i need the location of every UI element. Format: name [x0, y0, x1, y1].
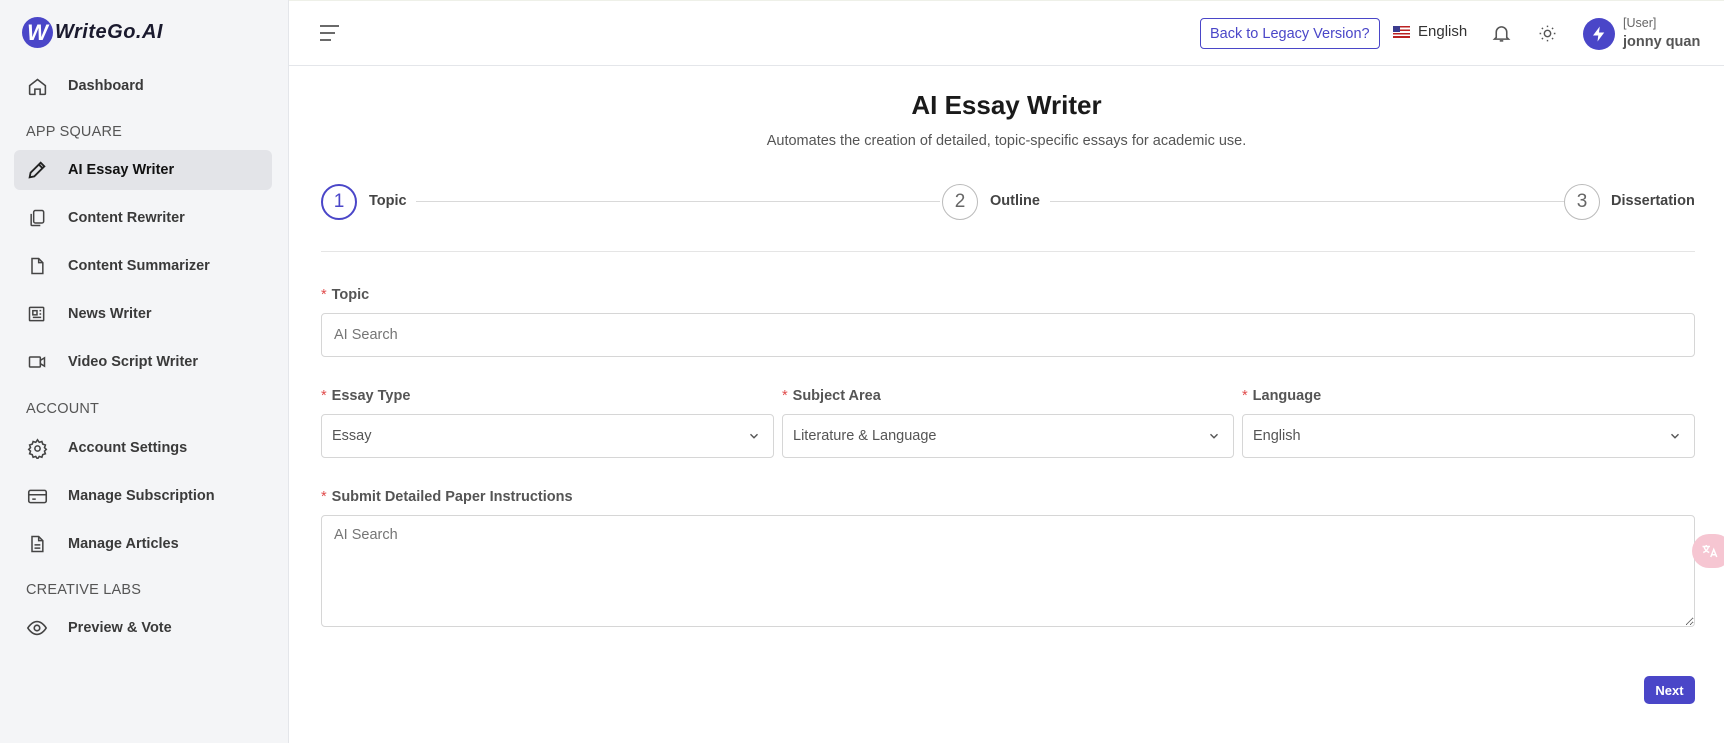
language-value: English [1253, 428, 1301, 444]
newspaper-icon [26, 303, 48, 325]
chevron-down-icon [747, 429, 761, 447]
page-title: AI Essay Writer [911, 90, 1102, 120]
pencil-icon [26, 159, 48, 181]
divider [321, 251, 1695, 252]
sidebar-item-content-rewriter[interactable]: Content Rewriter [14, 198, 272, 238]
sidebar-item-account-settings[interactable]: Account Settings [14, 428, 272, 468]
sidebar-item-manage-articles[interactable]: Manage Articles [14, 524, 272, 564]
sidebar: W WriteGo.AI Dashboard APP SQUARE AI Ess… [0, 0, 289, 743]
logo-mark: W [22, 17, 53, 48]
language-switcher[interactable]: English [1393, 23, 1467, 40]
language-field-label: * Language [1242, 388, 1322, 404]
sidebar-item-label: Manage Articles [68, 536, 179, 552]
user-name[interactable]: jonny quan [1623, 34, 1700, 50]
sidebar-item-label: AI Essay Writer [68, 162, 175, 178]
chevron-down-icon [1668, 429, 1682, 447]
step-connector [1050, 201, 1564, 202]
sidebar-item-label: Preview & Vote [68, 620, 172, 636]
sidebar-item-label: News Writer [68, 306, 152, 322]
theme-toggle-icon[interactable] [1538, 24, 1557, 48]
essay-type-label: * Essay Type [321, 388, 411, 404]
sidebar-item-label: Content Rewriter [68, 210, 185, 226]
chevron-down-icon [1207, 429, 1221, 447]
video-icon [26, 351, 48, 373]
sidebar-item-manage-subscription[interactable]: Manage Subscription [14, 476, 272, 516]
step-1-circle[interactable]: 1 [321, 184, 357, 220]
file-icon [26, 255, 48, 277]
sidebar-item-news-writer[interactable]: News Writer [14, 294, 272, 334]
language-label: English [1418, 23, 1468, 40]
language-select[interactable]: English [1242, 414, 1695, 458]
sidebar-item-preview-vote[interactable]: Preview & Vote [14, 608, 272, 648]
subject-area-label: * Subject Area [782, 388, 881, 404]
topic-input[interactable] [321, 313, 1695, 357]
document-icon [26, 533, 48, 555]
topic-label: * Topic [321, 287, 370, 303]
logo-text: WriteGo.AI [55, 21, 163, 43]
avatar[interactable] [1583, 18, 1615, 50]
step-3-label: Dissertation [1611, 193, 1695, 209]
sidebar-item-dashboard[interactable]: Dashboard [14, 66, 272, 106]
step-2-circle[interactable]: 2 [942, 184, 978, 220]
gear-icon [26, 437, 48, 459]
step-1-label: Topic [369, 193, 407, 209]
step-3-circle[interactable]: 3 [1564, 184, 1600, 220]
sidebar-item-content-summarizer[interactable]: Content Summarizer [14, 246, 272, 286]
eye-icon [26, 617, 48, 639]
sidebar-item-label: Manage Subscription [68, 488, 215, 504]
section-label-account: ACCOUNT [26, 401, 100, 417]
sidebar-item-ai-essay-writer[interactable]: AI Essay Writer [14, 150, 272, 190]
credit-card-icon [26, 485, 48, 507]
translate-icon[interactable] [1692, 534, 1724, 568]
bell-icon[interactable] [1491, 22, 1512, 49]
subject-area-value: Literature & Language [793, 428, 937, 444]
instructions-textarea[interactable] [321, 515, 1695, 627]
legacy-version-button[interactable]: Back to Legacy Version? [1200, 18, 1380, 49]
step-2-label: Outline [990, 193, 1040, 209]
sidebar-item-label: Content Summarizer [68, 258, 210, 274]
step-connector [416, 201, 940, 202]
instructions-label: * Submit Detailed Paper Instructions [321, 489, 573, 505]
sidebar-item-video-script-writer[interactable]: Video Script Writer [14, 342, 272, 382]
copy-icon [26, 207, 48, 229]
menu-icon[interactable] [319, 23, 341, 43]
essay-type-value: Essay [332, 428, 372, 444]
logo[interactable]: W WriteGo.AI [22, 17, 163, 48]
us-flag-icon [1393, 25, 1410, 38]
section-label-creative-labs: CREATIVE LABS [26, 582, 142, 598]
sidebar-item-label: Video Script Writer [68, 354, 198, 370]
subject-area-select[interactable]: Literature & Language [782, 414, 1234, 458]
essay-type-select[interactable]: Essay [321, 414, 774, 458]
section-label-app-square: APP SQUARE [26, 124, 123, 140]
top-header: Back to Legacy Version? English [User] j… [289, 0, 1724, 66]
next-button[interactable]: Next [1644, 676, 1695, 704]
page-subtitle: Automates the creation of detailed, topi… [766, 133, 1247, 149]
user-role: [User] [1623, 16, 1657, 30]
sidebar-item-label: Account Settings [68, 440, 188, 456]
home-icon [26, 75, 48, 97]
sidebar-item-label: Dashboard [68, 78, 144, 94]
